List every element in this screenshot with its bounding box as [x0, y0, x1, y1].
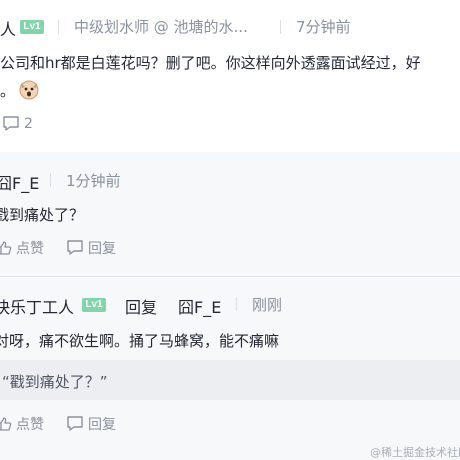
main-comment-username[interactable]: 人	[0, 16, 16, 40]
reply2-username[interactable]: 快乐丁工人	[0, 294, 74, 318]
reply-label: 回复	[88, 417, 116, 433]
comment-icon	[66, 415, 84, 433]
main-comment-reply-count[interactable]: 2	[2, 115, 33, 133]
watermark: @稀土掘金技术社区	[370, 446, 460, 459]
meta-separator	[50, 173, 51, 187]
like-label: 点赞	[16, 241, 44, 257]
reply2-text: 对呀，痛不欲生啊。捅了马蜂窝，能不痛嘛	[0, 332, 280, 350]
fox-emoji-icon	[18, 78, 40, 100]
comment-icon	[66, 239, 84, 257]
thumb-up-icon	[0, 416, 12, 432]
reply-label: 回复	[88, 241, 116, 257]
reply-divider	[0, 276, 460, 277]
meta-separator	[58, 20, 59, 34]
reply-count: 2	[24, 116, 33, 132]
main-comment-user-title: 中级划水师 @ 池塘的水...	[74, 18, 248, 36]
reply2-like-button[interactable]: 点赞	[0, 414, 44, 434]
reply1-like-button[interactable]: 点赞	[0, 238, 44, 258]
quoted-comment-text: “戳到痛处了？”	[2, 373, 108, 391]
reply1-time: 1分钟前	[66, 172, 121, 190]
reply1-text: 戳到痛处了？	[0, 206, 85, 224]
thumb-up-icon	[0, 240, 12, 256]
reply1-username[interactable]: 囧F_E	[0, 170, 39, 194]
meta-separator	[280, 20, 281, 34]
reply2-target-user[interactable]: 囧F_E	[178, 294, 221, 318]
level-badge: Lv1	[20, 20, 44, 34]
reply1-reply-button[interactable]: 回复	[66, 238, 116, 258]
reply2-time: 刚刚	[252, 296, 283, 314]
main-comment-time: 7分钟前	[296, 18, 351, 36]
meta-separator	[236, 297, 237, 311]
like-label: 点赞	[16, 417, 44, 433]
main-comment-text: 公司和hr都是白莲花吗？删了吧。你这样向外透露面试经过，好	[0, 54, 421, 72]
reply2-reply-word: 回复	[125, 298, 158, 317]
level-badge: Lv1	[82, 298, 106, 312]
comment-icon	[2, 115, 20, 133]
reply2-reply-button[interactable]: 回复	[66, 414, 116, 434]
main-comment-text-line2: 。	[0, 82, 16, 100]
